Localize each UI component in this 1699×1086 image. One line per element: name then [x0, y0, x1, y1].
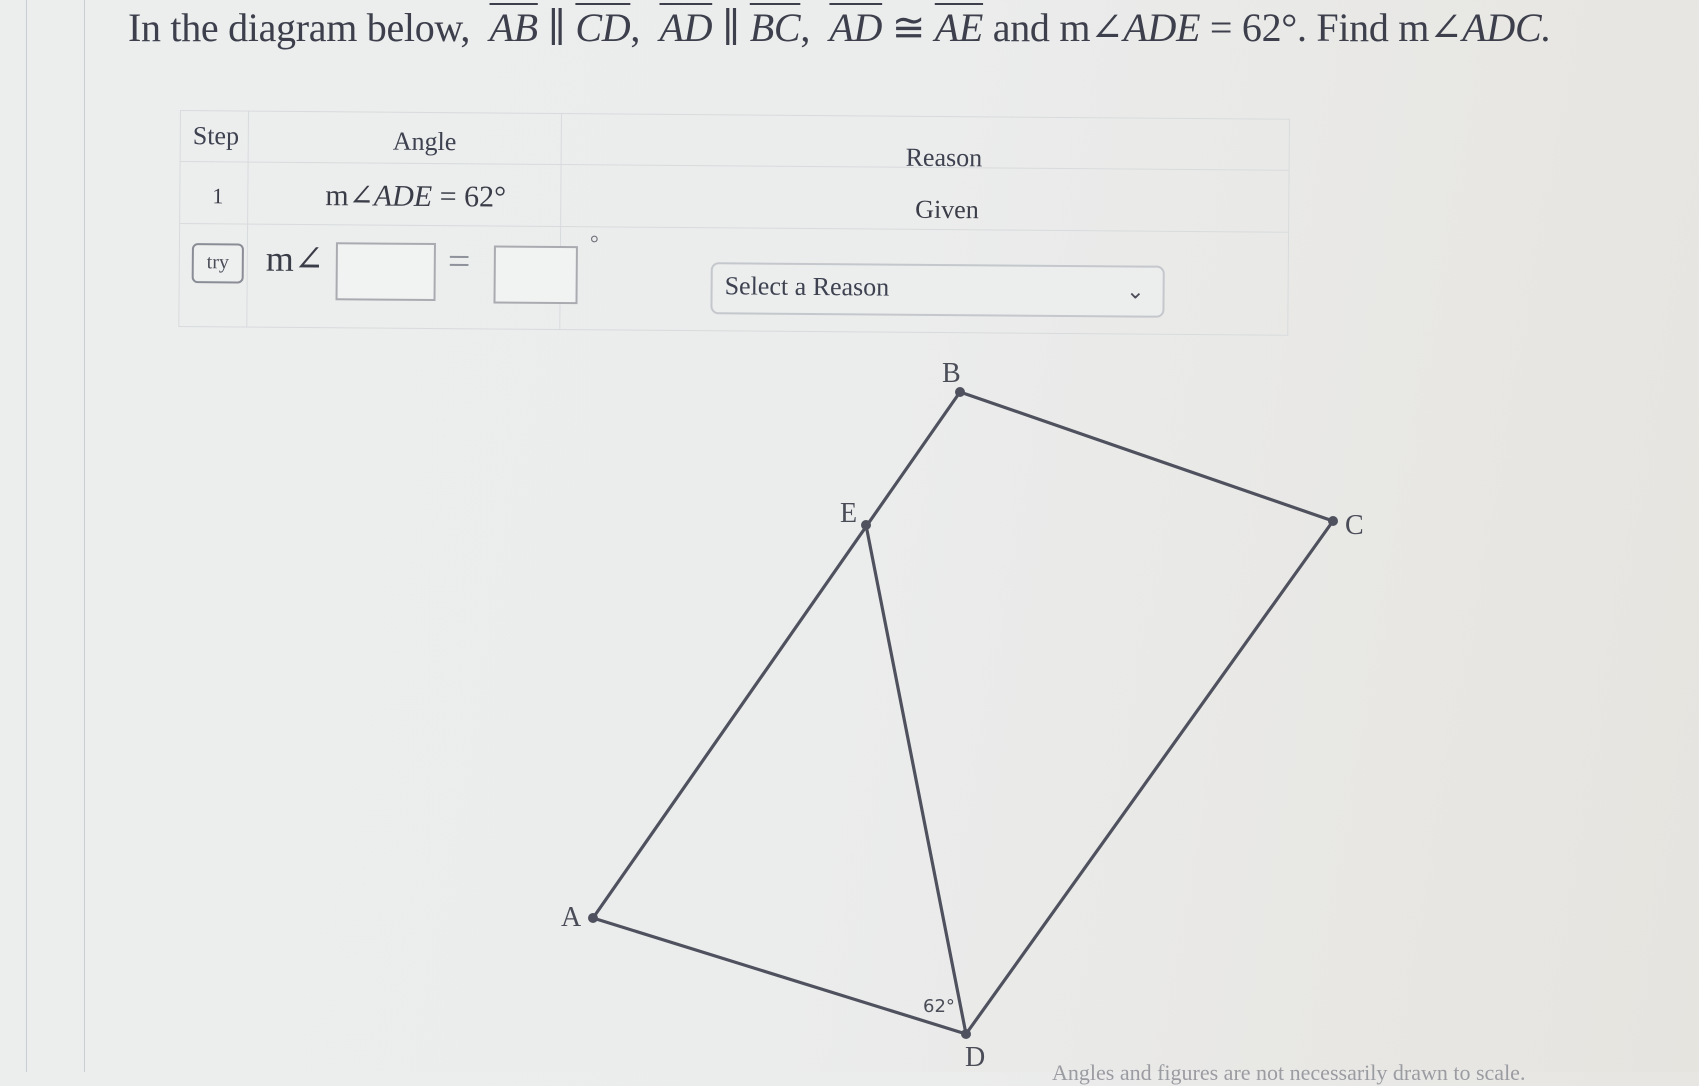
label-e: E — [840, 498, 857, 529]
label-a: A — [561, 902, 582, 933]
segment-ab-line — [591, 390, 962, 920]
segment-bc-line — [958, 390, 1335, 523]
footnote: Angles and figures are not necessarily d… — [1052, 1060, 1526, 1085]
angle-ade-marker: 62° — [923, 996, 955, 1017]
point-c — [1328, 516, 1338, 526]
point-a — [588, 913, 598, 923]
point-e — [861, 520, 871, 530]
label-d: D — [965, 1042, 985, 1072]
point-d — [961, 1029, 971, 1039]
segment-ad-line — [591, 916, 968, 1036]
segment-cd-line — [964, 519, 1335, 1036]
label-c: C — [1345, 510, 1364, 541]
geometry-diagram: A B C D E 62° — [561, 358, 1364, 1072]
label-b: B — [942, 358, 961, 389]
segment-ed-line — [864, 523, 968, 1036]
